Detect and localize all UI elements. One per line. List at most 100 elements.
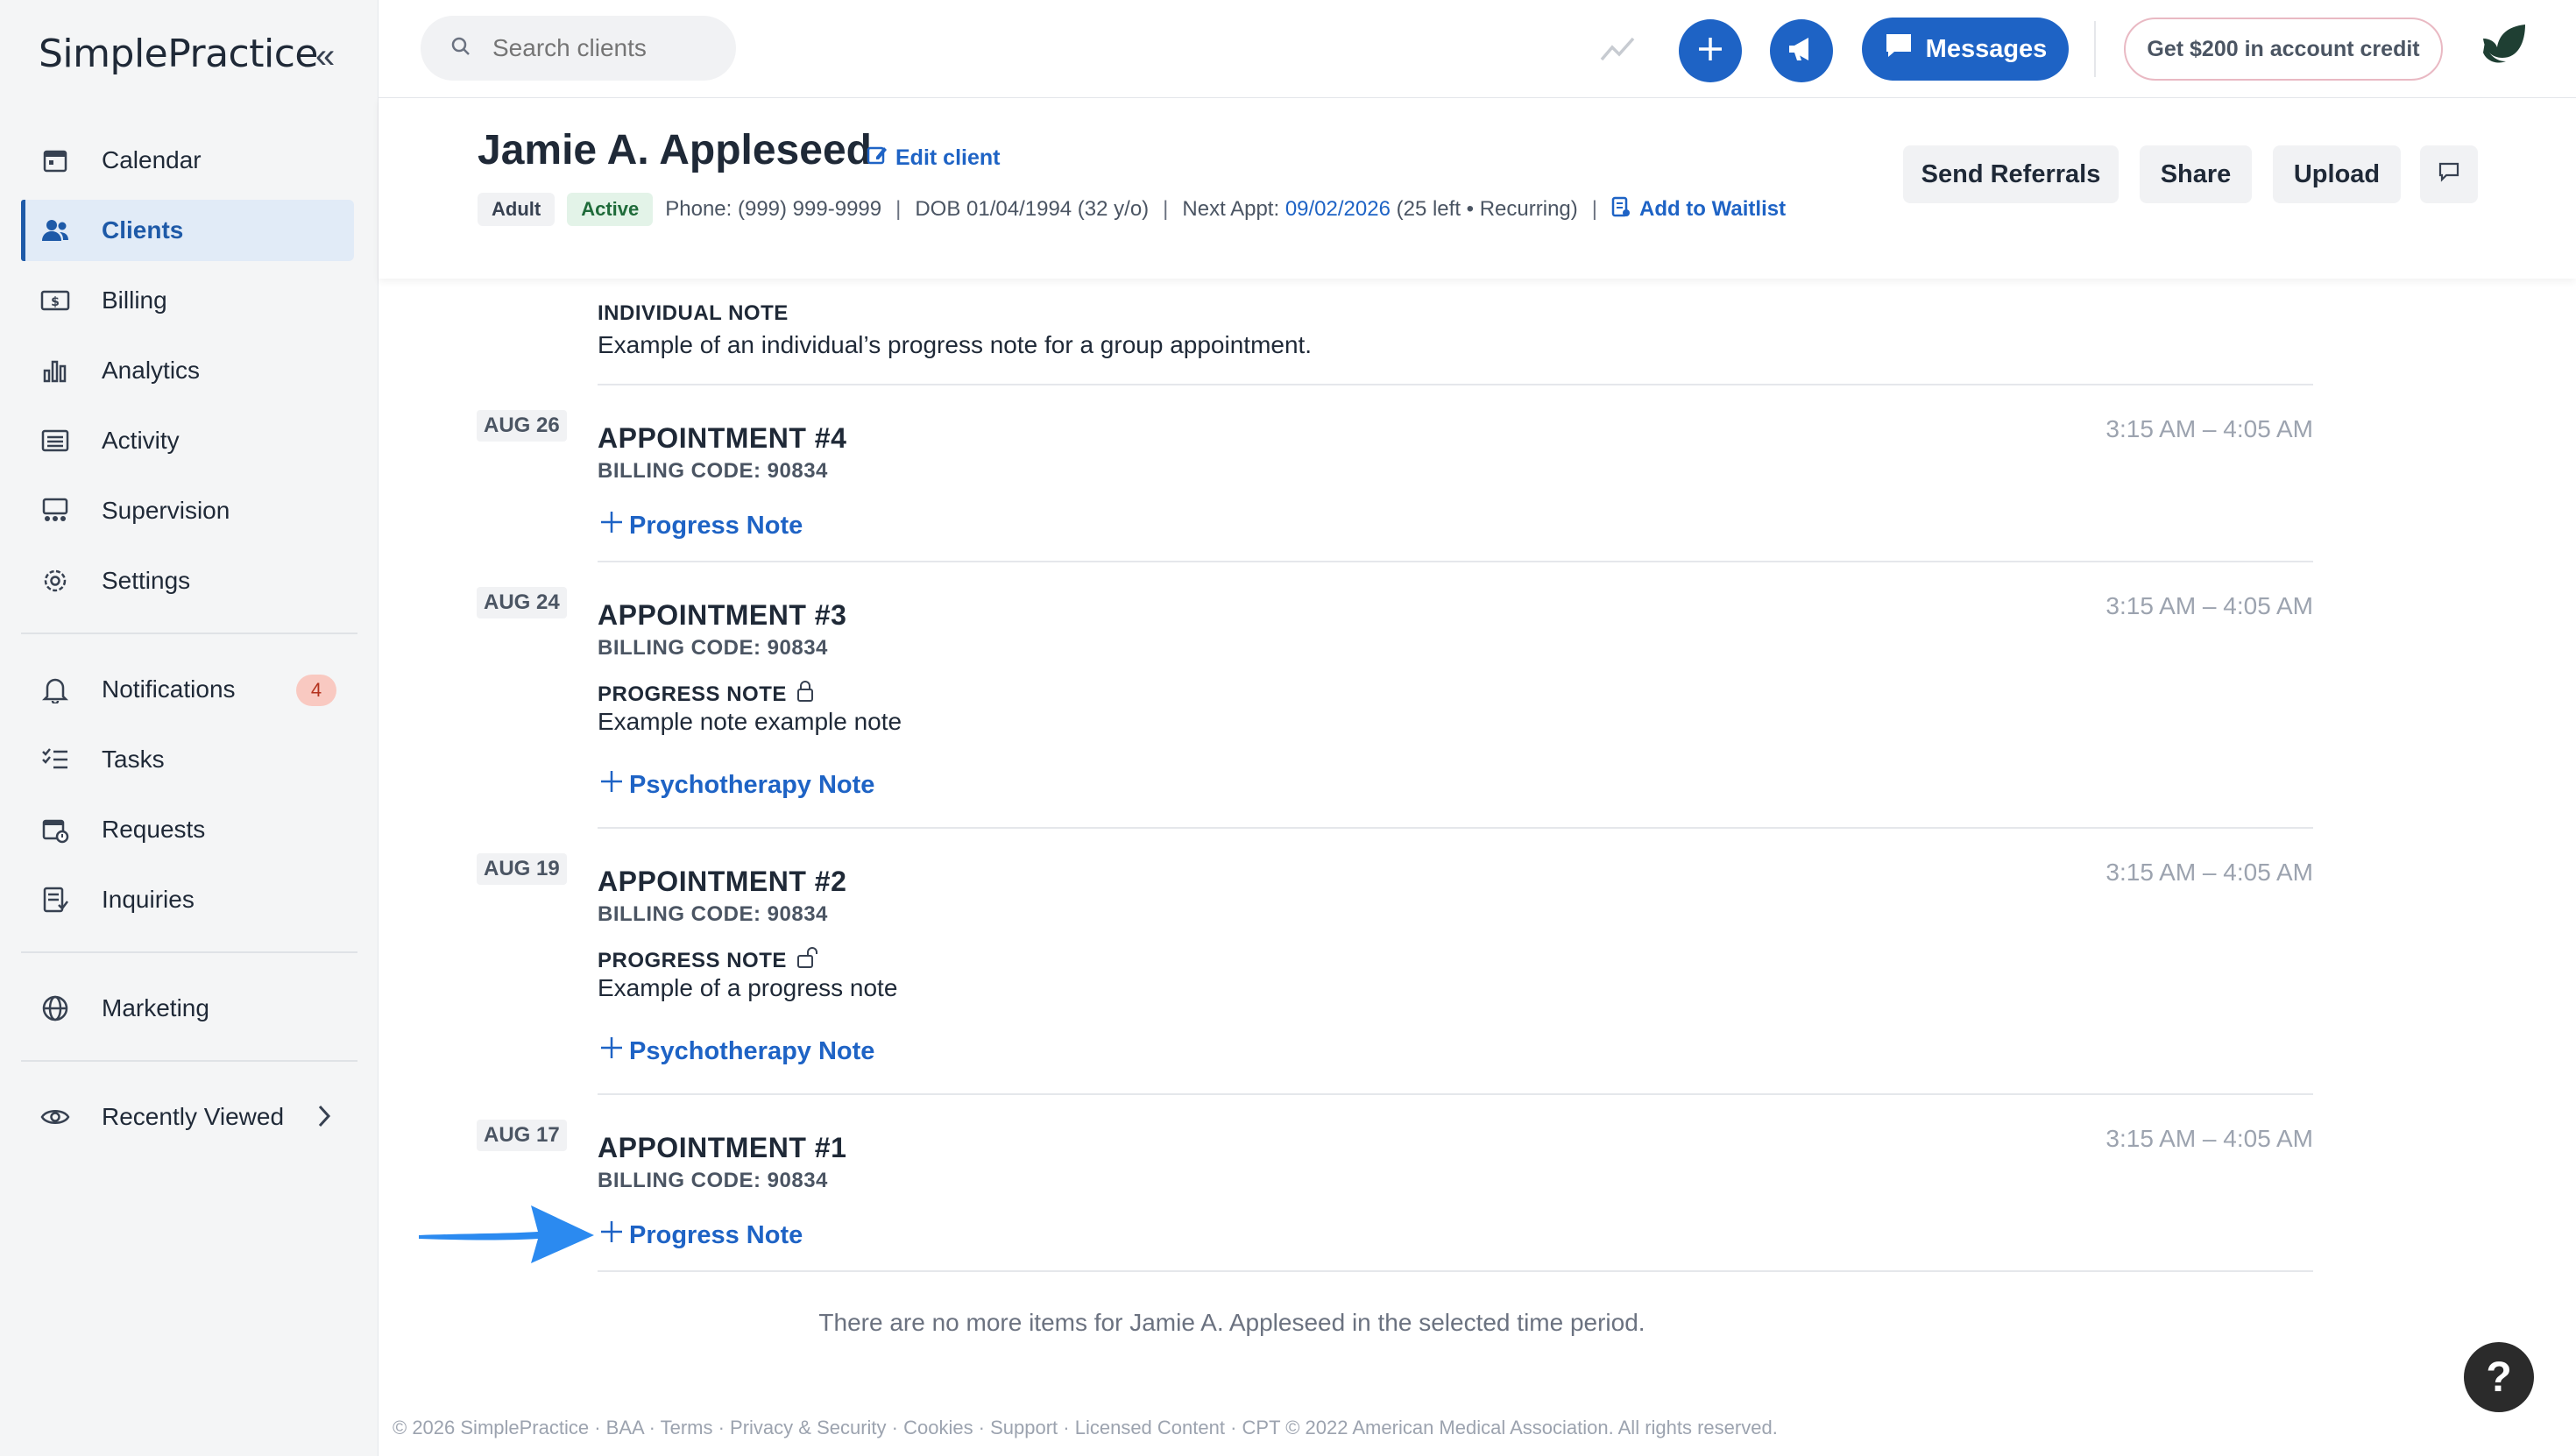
billing-code: BILLING CODE: 90834: [598, 902, 828, 926]
sidebar-divider: [21, 1060, 357, 1062]
sidebar: SimplePractice « Calendar Clients $ Bill…: [0, 0, 379, 1456]
sidebar-item-billing[interactable]: $ Billing: [21, 270, 354, 331]
messages-button[interactable]: Messages: [1862, 18, 2069, 81]
add-note-label: Progress Note: [629, 1220, 803, 1249]
appointment-title[interactable]: APPOINTMENT #3: [598, 599, 846, 632]
plus-icon: [598, 1218, 629, 1253]
add-progress-note-link[interactable]: Progress Note: [598, 1218, 803, 1253]
search-box[interactable]: [421, 16, 736, 81]
sidebar-item-recently-viewed[interactable]: Recently Viewed: [21, 1086, 354, 1148]
inquiries-icon: [40, 885, 70, 915]
entry-divider: [598, 827, 2313, 829]
sidebar-item-settings[interactable]: Settings: [21, 550, 354, 611]
client-name: Jamie A. Appleseed: [478, 127, 872, 173]
notifications-count-badge: 4: [296, 675, 336, 706]
sidebar-item-tasks[interactable]: Tasks: [21, 729, 354, 790]
edit-icon: [866, 144, 895, 173]
client-dob: DOB 01/04/1994 (32 y/o): [915, 197, 1150, 221]
create-new-button[interactable]: [1679, 19, 1742, 82]
footer-links[interactable]: © 2026 SimplePractice · BAA · Terms · Pr…: [393, 1417, 1778, 1439]
help-button[interactable]: ?: [2464, 1342, 2534, 1412]
add-progress-note-link[interactable]: Progress Note: [598, 508, 803, 543]
globe-icon: [40, 993, 70, 1023]
requests-icon: [40, 815, 70, 845]
supervision-icon: [40, 496, 70, 526]
appointment-time: 3:15 AM – 4:05 AM: [2105, 415, 2313, 442]
send-referrals-button[interactable]: Send Referrals: [1903, 145, 2119, 203]
client-header: Jamie A. Appleseed Edit client Adult Act…: [379, 98, 2576, 279]
sidebar-item-inquiries[interactable]: Inquiries: [21, 869, 354, 930]
progress-note-text[interactable]: Example of a progress note: [598, 974, 897, 1002]
sidebar-item-supervision[interactable]: Supervision: [21, 480, 354, 541]
sidebar-item-requests[interactable]: Requests: [21, 799, 354, 860]
edit-client-link[interactable]: Edit client: [866, 144, 1000, 173]
appointment-time: 3:15 AM – 4:05 AM: [2105, 859, 2313, 886]
sidebar-item-calendar[interactable]: Calendar: [21, 130, 354, 191]
top-bar: Messages Get $200 in account credit: [379, 0, 2576, 98]
comment-button[interactable]: [2420, 145, 2478, 203]
messages-label: Messages: [1925, 34, 2048, 63]
search-input[interactable]: [492, 34, 720, 62]
individual-note-label: INDIVIDUAL NOTE: [598, 301, 789, 325]
sidebar-item-analytics[interactable]: Analytics: [21, 340, 354, 401]
simplepractice-logo[interactable]: SimplePractice: [39, 32, 318, 76]
gear-icon: [40, 566, 70, 596]
profile-leaf-icon[interactable]: [2473, 21, 2529, 81]
date-chip: AUG 26: [477, 410, 567, 442]
add-note-label: Progress Note: [629, 511, 803, 540]
lock-icon: [787, 680, 815, 709]
waitlist-label: Add to Waitlist: [1638, 197, 1787, 221]
end-of-timeline-message: There are no more items for Jamie A. App…: [818, 1309, 1645, 1336]
progress-note-text[interactable]: Example note example note: [598, 708, 902, 736]
users-icon: [40, 216, 70, 245]
sidebar-item-label: Supervision: [102, 497, 230, 524]
sidebar-item-label: Requests: [102, 816, 206, 843]
sidebar-item-label: Recently Viewed: [102, 1103, 285, 1130]
sidebar-item-label: Settings: [102, 567, 191, 594]
add-psychotherapy-note-link[interactable]: Psychotherapy Note: [598, 1034, 874, 1069]
age-tag: Adult: [478, 193, 556, 226]
sidebar-item-activity[interactable]: Activity: [21, 410, 354, 471]
add-to-waitlist-link[interactable]: Add to Waitlist: [1611, 195, 1786, 224]
sidebar-divider: [21, 633, 357, 634]
comment-icon: [2438, 160, 2460, 189]
meta-separator: |: [1591, 197, 1597, 221]
billing-icon: $: [40, 286, 70, 315]
topbar-divider: [2094, 21, 2096, 77]
sidebar-item-clients[interactable]: Clients: [21, 200, 354, 261]
meta-separator: |: [895, 197, 902, 221]
add-psychotherapy-note-link[interactable]: Psychotherapy Note: [598, 767, 874, 802]
account-credit-button[interactable]: Get $200 in account credit: [2124, 18, 2443, 81]
trend-icon[interactable]: [1598, 30, 1637, 73]
chevron-right-icon: [317, 1104, 331, 1134]
billing-code: BILLING CODE: 90834: [598, 1169, 828, 1192]
plus-icon: [598, 767, 629, 802]
individual-note-text[interactable]: Example of an individual’s progress note…: [598, 331, 1312, 359]
sidebar-item-marketing[interactable]: Marketing: [21, 978, 354, 1039]
date-chip: AUG 17: [477, 1120, 567, 1151]
sidebar-item-label: Activity: [102, 427, 180, 454]
sidebar-item-notifications[interactable]: Notifications 4: [21, 659, 354, 720]
chat-bubble-icon: [1884, 32, 1926, 67]
sidebar-item-label: Calendar: [102, 146, 202, 173]
next-appt-date-link[interactable]: 09/02/2026: [1285, 197, 1391, 222]
unlocked-icon: [787, 946, 818, 975]
sidebar-item-label: Notifications: [102, 675, 236, 703]
billing-code: BILLING CODE: 90834: [598, 459, 828, 483]
share-button[interactable]: Share: [2140, 145, 2252, 203]
appointment-title[interactable]: APPOINTMENT #4: [598, 422, 846, 455]
upload-button[interactable]: Upload: [2273, 145, 2401, 203]
collapse-sidebar-icon[interactable]: «: [315, 39, 335, 74]
sidebar-item-label: Tasks: [102, 746, 165, 773]
edit-client-label: Edit client: [895, 145, 1001, 170]
plus-icon: [598, 1034, 629, 1069]
status-badge: Active: [567, 193, 654, 226]
entry-divider: [598, 384, 2313, 385]
appointment-title[interactable]: APPOINTMENT #2: [598, 866, 846, 898]
announcements-button[interactable]: [1770, 19, 1833, 82]
progress-note-label: PROGRESS NOTE: [598, 946, 818, 975]
meta-separator: |: [1163, 197, 1169, 221]
waitlist-icon: [1611, 195, 1639, 224]
appointment-title[interactable]: APPOINTMENT #1: [598, 1132, 846, 1164]
sidebar-item-label: Analytics: [102, 357, 201, 384]
